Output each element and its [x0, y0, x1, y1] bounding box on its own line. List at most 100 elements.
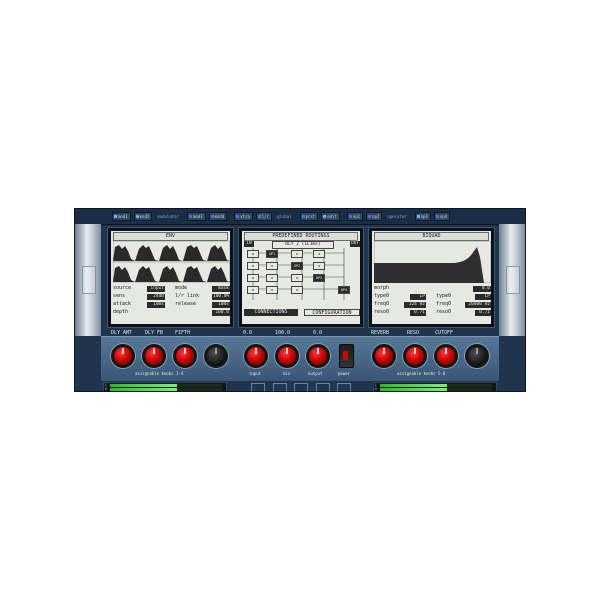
modulator-screen: × ENV source input mode mask sens 24dB l [111, 231, 230, 324]
route-node[interactable]: o [247, 274, 259, 282]
depth-label: depth [113, 309, 129, 315]
connections-tab[interactable]: CONNECTIONS [244, 309, 298, 316]
route-node[interactable]: o [291, 286, 303, 294]
xtra-button[interactable]: xtra [234, 212, 253, 221]
mod2-button[interactable]: mod2 [133, 212, 153, 221]
led-icon [257, 215, 261, 218]
power-button[interactable] [339, 344, 354, 368]
op1-node[interactable]: OP1 [266, 250, 278, 258]
assignable-knob-3[interactable] [173, 344, 197, 368]
attack-label: attack [113, 301, 132, 307]
assignable-knob-8[interactable] [465, 344, 489, 368]
param-row: morph 0.0 [374, 285, 491, 292]
type0-value[interactable]: LP [410, 293, 426, 300]
attack-value[interactable]: 10ms [147, 301, 165, 308]
release-value[interactable]: 10ms [212, 301, 230, 308]
edit-button[interactable]: edit [321, 212, 340, 221]
route-node[interactable]: o [313, 250, 325, 258]
output-meter-right [380, 388, 492, 391]
route-node[interactable]: o [291, 250, 303, 258]
led-icon [323, 215, 327, 218]
top-bar: mod1 mod2 modulator mod3 mod4 xtra l/r g… [75, 209, 525, 225]
input-knob[interactable] [244, 344, 268, 368]
assignable-knob-6[interactable] [403, 344, 427, 368]
led-icon [114, 215, 117, 218]
route-node[interactable]: o [291, 274, 303, 282]
op3-button[interactable]: op3 [414, 212, 431, 221]
routing-screen-title: PREDEFINED ROUTINGS [244, 232, 358, 241]
route-node[interactable]: o [313, 262, 325, 270]
operator-selector: op1 op2 operator op3 op4 [344, 209, 451, 224]
mix-knob[interactable] [275, 344, 299, 368]
route-node[interactable]: o [247, 250, 259, 258]
assignable-knob-4[interactable] [204, 344, 228, 368]
routing-screen: PREDEFINED ROUTINGS IN DLY 2 (1L1ms) OUT [242, 231, 360, 324]
source-value[interactable]: input [147, 285, 165, 292]
routing-screen-frame: PREDEFINED ROUTINGS IN DLY 2 (1L1ms) OUT [238, 227, 364, 328]
output-level-meter: L R [373, 382, 497, 391]
morph-value[interactable]: 0.0 [473, 285, 491, 292]
lr-link-value[interactable]: 100.0% [212, 293, 230, 300]
route-node[interactable]: o [266, 262, 278, 270]
output-meter-left [380, 384, 492, 387]
logo-glyph-icon [337, 382, 351, 391]
operator-label: operator [387, 214, 407, 219]
assignable-knobs-1-4-label: assignable knobs 1-4 [135, 371, 184, 376]
power-label: power [338, 371, 351, 376]
prst-button[interactable]: prst [299, 212, 319, 221]
input-level-meter: L R [103, 382, 227, 391]
modulator-label: modulator [157, 214, 179, 219]
op3-node[interactable]: OP3 [313, 274, 325, 282]
release-label: release [175, 301, 197, 307]
mix-label: mix [283, 371, 291, 376]
op4-node[interactable]: OP4 [338, 286, 350, 294]
freq0-value[interactable]: 124 Hz [404, 301, 426, 308]
assignable-knob-2[interactable] [142, 344, 166, 368]
output-meter-right-fill [380, 388, 448, 391]
op2-node[interactable]: OP2 [291, 262, 303, 270]
mod1-button[interactable]: mod1 [112, 212, 131, 221]
type0-right-value[interactable]: LP [475, 293, 491, 300]
op2-button[interactable]: op2 [366, 212, 383, 221]
right-side-rail [499, 224, 525, 336]
freq0-right-value[interactable]: 20000 Hz [465, 301, 491, 308]
configuration-tab[interactable]: CONFIGURATION [304, 309, 360, 316]
depth-value[interactable]: 100.0 [212, 309, 230, 316]
operator-screen-frame: × BIQUAD morph 0.0 type0 LP type0 LP fre [368, 227, 495, 328]
global-label: global [277, 214, 292, 219]
param-row: reso0 0.71 reso0 0.71 [374, 309, 491, 316]
power-lamp-icon [343, 351, 348, 360]
reso0-right-value[interactable]: 0.71 [475, 309, 491, 316]
lr-button[interactable]: l/r [255, 212, 273, 221]
op4-button[interactable]: op4 [433, 212, 451, 221]
output-meter-left-fill [380, 384, 448, 387]
type0-right-label: type0 [436, 293, 452, 299]
assignable-knob-5[interactable] [372, 344, 396, 368]
output-node: OUT [350, 241, 360, 247]
output-knob[interactable] [306, 344, 330, 368]
operator-screen: × BIQUAD morph 0.0 type0 LP type0 LP fre [372, 231, 491, 324]
meter-right-label: R [105, 387, 108, 391]
assignable-knob-1[interactable] [111, 344, 135, 368]
route-node[interactable]: o [266, 286, 278, 294]
led-icon [435, 215, 439, 218]
param-row: sens 24dB l/r link 100.0% [113, 293, 230, 300]
param-row: type0 LP type0 LP [374, 293, 491, 300]
mod4-button[interactable]: mod4 [208, 212, 228, 221]
sens-value[interactable]: 24dB [147, 293, 165, 300]
global-selector: xtra l/r global prst edit [231, 209, 340, 224]
route-node[interactable]: o [266, 274, 278, 282]
reso0-right-label: reso0 [436, 309, 452, 315]
brand-logo [251, 381, 351, 391]
lr-link-label: l/r link [175, 293, 200, 299]
mod3-button[interactable]: mod3 [186, 212, 206, 221]
op1-button[interactable]: op1 [346, 212, 364, 221]
freq0-right-label: freq0 [436, 301, 452, 307]
modulator-screen-title: ENV [113, 232, 228, 241]
output-label: output [308, 371, 323, 376]
route-node[interactable]: o [247, 262, 259, 270]
assignable-knob-7[interactable] [434, 344, 458, 368]
reso0-value[interactable]: 0.71 [410, 309, 426, 316]
route-node[interactable]: o [247, 286, 259, 294]
mode-value[interactable]: mask [212, 285, 230, 292]
